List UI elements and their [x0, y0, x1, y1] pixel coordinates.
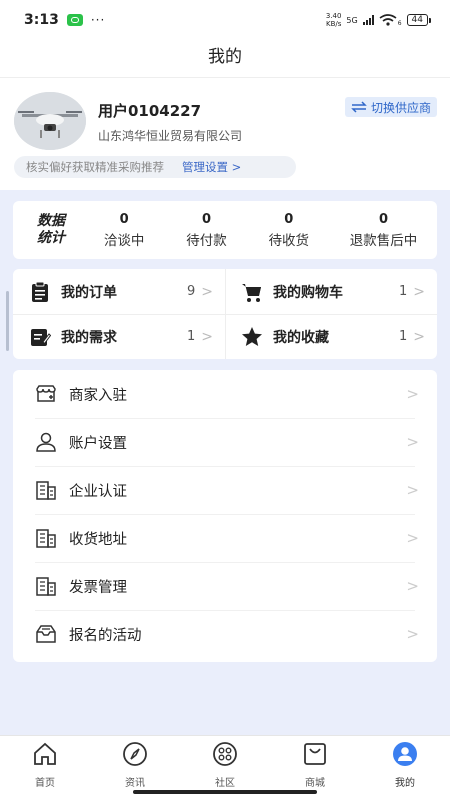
home-indicator[interactable]: [133, 790, 317, 794]
drone-avatar-icon: [14, 92, 86, 150]
inbox-icon: [36, 625, 56, 643]
menu-label: 企业认证: [69, 483, 127, 500]
preference-text: 核实偏好获取精准采购推荐: [26, 160, 164, 174]
my-needs-count: 1: [186, 329, 196, 344]
my-orders-label: 我的订单: [61, 284, 117, 301]
tab-label: 社区: [215, 778, 235, 789]
preference-banner: 核实偏好获取精准采购推荐 管理设置 >: [14, 156, 296, 178]
page-title: 我的: [0, 40, 450, 78]
swap-icon: [351, 101, 367, 113]
menu-label: 账户设置: [69, 435, 127, 452]
menu-item-account-settings[interactable]: 账户设置 >: [13, 418, 437, 466]
my-cart-label: 我的购物车: [273, 284, 343, 301]
settings-menu: 商家入驻 > 账户设置 > 企业认证 > 收货地址 > 发票管理 > 报名的活动…: [13, 370, 437, 662]
chevron-right-icon: >: [413, 328, 425, 345]
order-stats-card: 数据 统计 0 洽谈中 0 待付款 0 待收货 0 退款售后中: [13, 201, 437, 259]
chevron-right-icon: >: [201, 283, 213, 300]
community-icon: [213, 742, 237, 766]
star-icon: [242, 326, 262, 346]
stats-title: 数据 统计: [37, 213, 65, 246]
switch-supplier-button[interactable]: 切换供应商: [344, 97, 437, 117]
avatar[interactable]: [14, 92, 86, 150]
my-needs-item[interactable]: 我的需求 1 >: [13, 314, 225, 359]
menu-label: 报名的活动: [69, 627, 142, 644]
chevron-right-icon: >: [406, 529, 419, 547]
menu-label: 收货地址: [69, 531, 127, 548]
signal-icon: [362, 15, 374, 25]
menu-item-invoice-management[interactable]: 发票管理 >: [13, 562, 437, 610]
chevron-right-icon: >: [406, 433, 419, 451]
wifi-sub: 6: [397, 19, 402, 27]
my-favorites-item[interactable]: 我的收藏 1 >: [225, 314, 437, 359]
chevron-right-icon: >: [406, 481, 419, 499]
tab-label: 商城: [305, 778, 325, 789]
status-bar: 3:13 ··· 3.40 KB/s 5G 6 44: [0, 0, 450, 40]
menu-item-enterprise-cert[interactable]: 企业认证 >: [13, 466, 437, 514]
wifi-icon: [379, 14, 397, 26]
menu-item-registered-activities[interactable]: 报名的活动 >: [13, 610, 437, 658]
chevron-right-icon: >: [413, 283, 425, 300]
compass-icon: [123, 742, 147, 766]
tab-home[interactable]: 首页: [0, 736, 90, 800]
clipboard-icon: [32, 281, 48, 302]
tab-label: 我的: [395, 778, 415, 789]
bag-icon: [304, 743, 326, 765]
my-favorites-count: 1: [398, 329, 408, 344]
shop-icon: [36, 385, 56, 402]
building-icon: [36, 481, 56, 500]
quick-access-grid: 我的订单 9 > 我的购物车 1 > 我的需求 1 > 我的收藏 1 >: [13, 269, 437, 359]
menu-label: 发票管理: [69, 579, 127, 596]
network-speed: 3.40 KB/s: [325, 12, 342, 28]
stat-refund-aftersale[interactable]: 0 退款售后中: [330, 212, 437, 249]
menu-item-merchant-entry[interactable]: 商家入驻 >: [13, 370, 437, 418]
battery-indicator: 44: [406, 14, 432, 26]
chevron-right-icon: >: [406, 577, 419, 595]
my-favorites-label: 我的收藏: [273, 329, 329, 346]
chevron-right-icon: >: [406, 625, 419, 643]
divider: [13, 314, 437, 315]
my-orders-item[interactable]: 我的订单 9 >: [13, 269, 225, 314]
edit-note-icon: [31, 328, 51, 346]
chevron-right-icon: >: [201, 328, 213, 345]
my-cart-item[interactable]: 我的购物车 1 >: [225, 269, 437, 314]
switch-supplier-label: 切换供应商: [370, 100, 431, 115]
stat-pending-receipt[interactable]: 0 待收货: [248, 212, 330, 249]
menu-label: 商家入驻: [69, 387, 127, 404]
network-type: 5G: [346, 15, 358, 25]
user-icon: [36, 432, 56, 452]
chevron-right-icon: >: [406, 385, 419, 403]
building-icon: [36, 577, 56, 596]
tab-label: 首页: [35, 778, 55, 789]
company-name: 山东鸿华恒业贸易有限公司: [98, 129, 243, 143]
status-time: 3:13: [24, 12, 59, 28]
tab-profile[interactable]: 我的: [360, 736, 450, 800]
my-needs-label: 我的需求: [61, 329, 117, 346]
scrollbar[interactable]: [6, 291, 9, 351]
profile-icon: [393, 742, 417, 766]
my-orders-count: 9: [186, 284, 196, 299]
stat-negotiating[interactable]: 0 洽谈中: [83, 212, 165, 249]
menu-item-shipping-address[interactable]: 收货地址 >: [13, 514, 437, 562]
manage-settings-link[interactable]: 管理设置 >: [182, 159, 241, 175]
home-icon: [34, 742, 56, 765]
username: 用户0104227: [98, 102, 202, 120]
my-cart-count: 1: [398, 284, 408, 299]
profile-section: 用户0104227 山东鸿华恒业贸易有限公司 切换供应商 核实偏好获取精准采购推…: [0, 78, 450, 190]
stat-pending-payment[interactable]: 0 待付款: [165, 212, 247, 249]
tab-label: 资讯: [125, 778, 145, 789]
building-icon: [36, 529, 56, 548]
more-notifications-icon: ···: [90, 13, 106, 27]
cart-icon: [242, 283, 261, 302]
wechat-notification-icon: [66, 14, 83, 26]
